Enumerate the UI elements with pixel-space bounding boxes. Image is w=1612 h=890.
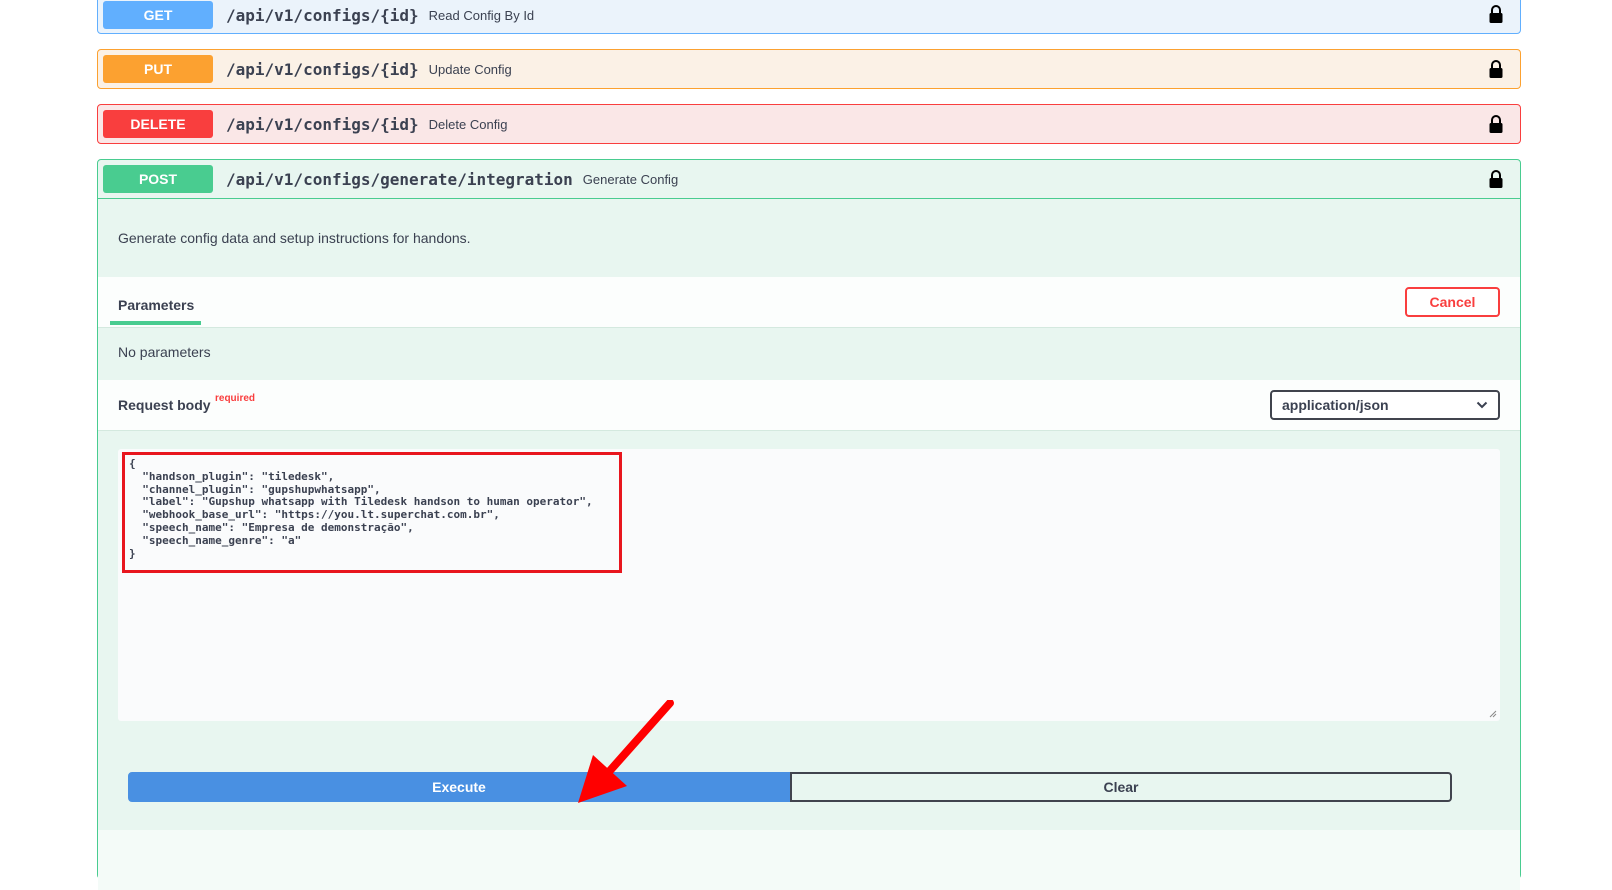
method-badge-post: POST bbox=[103, 165, 213, 193]
operation-path: /api/v1/configs/{id} bbox=[226, 59, 419, 79]
operation-summary-text: Generate Config bbox=[582, 171, 679, 187]
content-type-value: application/json bbox=[1282, 397, 1389, 413]
method-badge-get: GET bbox=[103, 1, 213, 29]
highlighted-json-annotation: { "handson_plugin": "tiledesk", "channel… bbox=[122, 452, 622, 573]
operation-summary-text: Update Config bbox=[428, 61, 512, 77]
operation-summary-text: Read Config By Id bbox=[428, 7, 535, 23]
operation-summary[interactable]: GET /api/v1/configs/{id} Read Config By … bbox=[98, 0, 1520, 35]
method-badge-delete: DELETE bbox=[103, 110, 213, 138]
tab-parameters[interactable]: Parameters bbox=[118, 297, 194, 313]
request-body-header: Request body required application/json bbox=[98, 380, 1520, 431]
execute-button[interactable]: Execute bbox=[128, 772, 790, 802]
operation-path: /api/v1/configs/generate/integration bbox=[226, 169, 573, 189]
lock-icon[interactable] bbox=[1488, 114, 1504, 134]
operation-summary[interactable]: POST /api/v1/configs/generate/integratio… bbox=[98, 160, 1520, 199]
lock-icon[interactable] bbox=[1488, 4, 1504, 24]
operation-summary[interactable]: DELETE /api/v1/configs/{id} Delete Confi… bbox=[98, 105, 1520, 143]
method-badge-put: PUT bbox=[103, 55, 213, 83]
operation-post-generate-integration: POST /api/v1/configs/generate/integratio… bbox=[97, 159, 1521, 890]
resize-handle-icon[interactable] bbox=[1489, 710, 1497, 718]
operation-summary[interactable]: PUT /api/v1/configs/{id} Update Config bbox=[98, 50, 1520, 88]
clear-button[interactable]: Clear bbox=[790, 772, 1452, 802]
lock-icon[interactable] bbox=[1488, 59, 1504, 79]
request-body-editor[interactable]: { "handson_plugin": "tiledesk", "channel… bbox=[118, 449, 1500, 721]
no-parameters-text: No parameters bbox=[118, 344, 211, 360]
operation-delete-config[interactable]: DELETE /api/v1/configs/{id} Delete Confi… bbox=[97, 104, 1521, 144]
parameters-header: Parameters Cancel bbox=[98, 277, 1520, 328]
request-body-label: Request body bbox=[118, 397, 211, 413]
request-body-json[interactable]: { "handson_plugin": "tiledesk", "channel… bbox=[125, 455, 619, 563]
lock-icon[interactable] bbox=[1488, 169, 1504, 189]
operation-description: Generate config data and setup instructi… bbox=[118, 230, 471, 246]
responses-section-start bbox=[98, 830, 1520, 890]
cancel-button[interactable]: Cancel bbox=[1405, 287, 1500, 317]
content-type-select[interactable]: application/json bbox=[1270, 390, 1500, 420]
operation-path: /api/v1/configs/{id} bbox=[226, 5, 419, 25]
operation-get-config[interactable]: GET /api/v1/configs/{id} Read Config By … bbox=[97, 0, 1521, 34]
chevron-down-icon bbox=[1476, 401, 1488, 409]
red-arrow-icon bbox=[578, 700, 674, 803]
operation-put-config[interactable]: PUT /api/v1/configs/{id} Update Config bbox=[97, 49, 1521, 89]
tab-active-indicator bbox=[110, 321, 201, 325]
operation-path: /api/v1/configs/{id} bbox=[226, 114, 419, 134]
required-marker: required bbox=[215, 393, 256, 404]
operation-summary-text: Delete Config bbox=[428, 116, 508, 132]
